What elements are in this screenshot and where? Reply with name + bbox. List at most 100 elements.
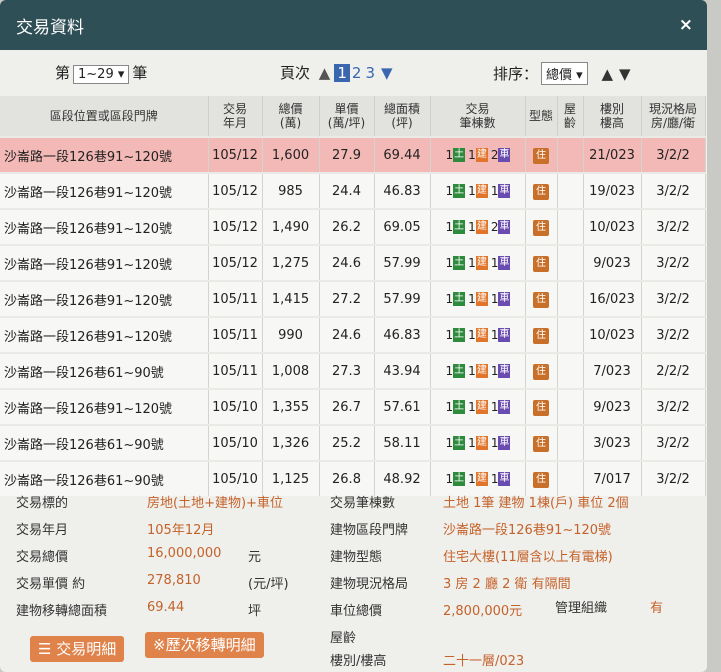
table-row[interactable]: 沙崙路一段126巷61~90號 105/11 1,008 27.3 43.94 1土 1建 1… bbox=[0, 352, 706, 389]
land-count: 1 bbox=[445, 220, 454, 234]
column-header[interactable]: 區段位置或區段門牌 bbox=[0, 96, 209, 137]
trade-month-cell: 105/10 bbox=[208, 424, 263, 461]
unit-price-cell: 24.6 bbox=[319, 244, 375, 281]
parking-count: 1 bbox=[490, 184, 499, 198]
table-row[interactable]: 沙崙路一段126巷91~120號 105/11 990 24.6 46.83 1土 1建 1車… bbox=[0, 316, 706, 353]
building-type-cell: 住 bbox=[525, 244, 558, 281]
unit-price-cell: 25.2 bbox=[319, 424, 375, 461]
layout-cell: 3/2/2 bbox=[641, 388, 706, 425]
bldg-tag-icon: 建 bbox=[475, 292, 488, 306]
page-1-link[interactable]: 1 bbox=[334, 64, 350, 82]
land-tag-icon: 土 bbox=[453, 184, 466, 198]
residential-type-icon: 住 bbox=[533, 219, 549, 236]
building-age-cell bbox=[557, 424, 584, 461]
total-price-cell: 985 bbox=[262, 172, 320, 209]
bldg-tag-icon: 建 bbox=[475, 184, 488, 198]
detail-type-label: 建物型態 bbox=[330, 550, 383, 565]
column-header[interactable]: 總面積 (坪) bbox=[374, 96, 431, 137]
dialog-title: 交易資料 bbox=[16, 17, 84, 38]
layout-cell: 3/2/2 bbox=[641, 136, 706, 173]
building-age-cell bbox=[557, 316, 584, 353]
sort-select[interactable]: 總價 ▾ bbox=[541, 62, 588, 85]
residential-type-icon: 住 bbox=[533, 255, 549, 272]
detail-ym-label: 交易年月 bbox=[16, 523, 69, 538]
close-icon[interactable]: × bbox=[679, 15, 693, 35]
trade-count-cell: 1土 1建 2車 bbox=[430, 136, 526, 173]
detail-unit-value: 278,810 bbox=[147, 573, 201, 588]
sort-value: 總價 bbox=[546, 68, 573, 83]
table-row[interactable]: 沙崙路一段126巷91~120號 105/10 1,355 26.7 57.61 1土 1建… bbox=[0, 388, 706, 425]
bldg-tag-icon: 建 bbox=[475, 328, 488, 342]
total-price-cell: 1,415 bbox=[262, 280, 320, 317]
unit-price-cell: 26.7 bbox=[319, 388, 375, 425]
transfer-history-button[interactable]: ※歷次移轉明細 bbox=[145, 632, 264, 658]
layout-cell: 2/2/2 bbox=[641, 352, 706, 389]
land-count: 1 bbox=[445, 292, 454, 306]
land-count: 1 bbox=[445, 256, 454, 270]
sort-asc-icon[interactable]: ▲ bbox=[601, 65, 613, 83]
building-age-cell bbox=[557, 244, 584, 281]
table-row[interactable]: 沙崙路一段126巷91~120號 105/12 985 24.4 46.83 1土 1建 1車… bbox=[0, 172, 706, 209]
land-tag-icon: 土 bbox=[453, 148, 466, 162]
unit-price-cell: 27.3 bbox=[319, 352, 375, 389]
column-header[interactable]: 屋齡 bbox=[557, 96, 584, 137]
detail-area-unit: 坪 bbox=[248, 604, 262, 619]
column-header[interactable]: 型態 bbox=[525, 96, 558, 137]
prev-page-icon[interactable]: ▲ bbox=[319, 64, 331, 82]
column-header[interactable]: 單價 (萬/坪) bbox=[319, 96, 375, 137]
column-header[interactable]: 交易 年月 bbox=[208, 96, 263, 137]
land-count: 1 bbox=[445, 400, 454, 414]
parking-count: 1 bbox=[490, 364, 499, 378]
address-cell: 沙崙路一段126巷61~90號 bbox=[0, 352, 209, 389]
area-cell: 46.83 bbox=[374, 316, 431, 353]
trade-month-cell: 105/11 bbox=[208, 316, 263, 353]
detail-ym-value: 105年12月 bbox=[147, 523, 215, 538]
car-tag-icon: 車 bbox=[498, 364, 511, 378]
sort-desc-icon[interactable]: ▼ bbox=[619, 65, 631, 83]
trade-month-cell: 105/12 bbox=[208, 208, 263, 245]
detail-target-label: 交易標的 bbox=[16, 496, 69, 511]
building-count: 1 bbox=[468, 436, 476, 450]
column-header[interactable]: 現況格局 房/廳/衛 bbox=[641, 96, 706, 137]
column-header[interactable]: 交易 筆棟數 bbox=[430, 96, 526, 137]
pager-prefix: 第 bbox=[55, 64, 71, 82]
table-row[interactable]: 沙崙路一段126巷91~120號 105/12 1,275 24.6 57.99 1土 1建… bbox=[0, 244, 706, 281]
trade-count-cell: 1土 1建 1車 bbox=[430, 388, 526, 425]
residential-type-icon: 住 bbox=[533, 147, 549, 164]
car-tag-icon: 車 bbox=[498, 328, 511, 342]
residential-type-icon: 住 bbox=[533, 399, 549, 416]
layout-cell: 3/2/2 bbox=[641, 208, 706, 245]
table-row[interactable]: 沙崙路一段126巷91~120號 105/12 1,600 27.9 69.44 1土 1建… bbox=[0, 136, 706, 173]
detail-mgmt-value: 有 bbox=[650, 601, 664, 616]
page-2-link[interactable]: 2 bbox=[352, 64, 362, 82]
area-cell: 57.99 bbox=[374, 244, 431, 281]
land-count: 1 bbox=[445, 328, 454, 342]
chevron-down-icon: ▾ bbox=[576, 68, 583, 83]
page-3-link[interactable]: 3 bbox=[365, 64, 375, 82]
floor-cell: 16/023 bbox=[583, 280, 642, 317]
record-range-select[interactable]: 1~29 ▾ bbox=[73, 65, 130, 84]
transaction-detail-button[interactable]: ☰ 交易明細 bbox=[30, 636, 125, 662]
column-header[interactable]: 總價 (萬) bbox=[262, 96, 320, 137]
detail-type-value: 住宅大樓(11層含以上有電梯) bbox=[443, 550, 613, 565]
building-age-cell bbox=[557, 388, 584, 425]
table-row[interactable]: 沙崙路一段126巷61~90號 105/10 1,326 25.2 58.11 1土 1建 1… bbox=[0, 424, 706, 461]
detail-total-value: 16,000,000 bbox=[147, 546, 222, 561]
next-page-icon[interactable]: ▼ bbox=[381, 64, 393, 82]
detail-total-unit: 元 bbox=[248, 550, 262, 565]
sort-label: 排序： bbox=[493, 65, 539, 83]
car-tag-icon: 車 bbox=[498, 400, 511, 414]
residential-type-icon: 住 bbox=[533, 291, 549, 308]
detail-area-value: 69.44 bbox=[147, 600, 185, 615]
table-row[interactable]: 沙崙路一段126巷91~120號 105/12 1,490 26.2 69.05 1土 1建… bbox=[0, 208, 706, 245]
total-price-cell: 1,355 bbox=[262, 388, 320, 425]
detail-addr-value: 沙崙路一段126巷91~120號 bbox=[443, 523, 612, 538]
column-header[interactable]: 樓別 樓高 bbox=[583, 96, 642, 137]
unit-price-cell: 24.4 bbox=[319, 172, 375, 209]
trade-month-cell: 105/12 bbox=[208, 244, 263, 281]
table-row[interactable]: 沙崙路一段126巷91~120號 105/11 1,415 27.2 57.99 1土 1建… bbox=[0, 280, 706, 317]
bldg-tag-icon: 建 bbox=[475, 256, 488, 270]
parking-count: 1 bbox=[490, 328, 499, 342]
total-price-cell: 1,490 bbox=[262, 208, 320, 245]
area-cell: 43.94 bbox=[374, 352, 431, 389]
